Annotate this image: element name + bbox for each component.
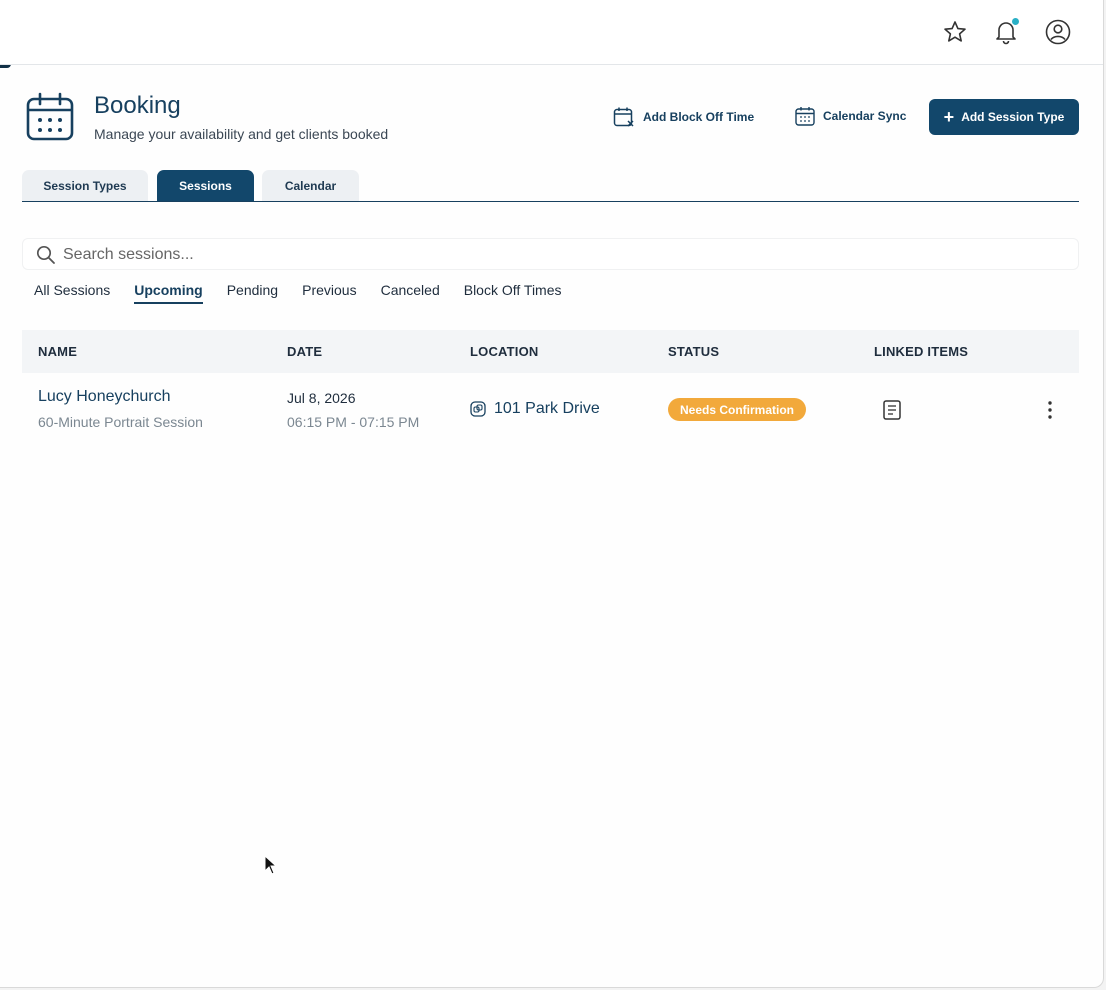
tab-bar: Session Types Sessions Calendar xyxy=(22,170,1079,202)
top-bar xyxy=(0,0,1103,65)
add-session-type-label: Add Session Type xyxy=(961,110,1065,124)
filter-all-sessions[interactable]: All Sessions xyxy=(34,282,110,304)
session-time: 06:15 PM - 07:15 PM xyxy=(287,414,420,430)
location-link[interactable]: 101 Park Drive xyxy=(470,400,600,418)
search-icon xyxy=(36,245,55,264)
document-icon[interactable] xyxy=(882,399,902,421)
filter-canceled[interactable]: Canceled xyxy=(381,282,440,304)
star-icon[interactable] xyxy=(942,19,968,45)
column-header-status[interactable]: STATUS xyxy=(668,344,719,359)
add-block-off-time-label: Add Block Off Time xyxy=(643,110,755,124)
location-text: 101 Park Drive xyxy=(494,400,600,417)
session-filters: All Sessions Upcoming Pending Previous C… xyxy=(34,282,562,304)
plus-icon: + xyxy=(943,107,955,127)
search-bar xyxy=(22,238,1079,270)
table-header: NAME DATE LOCATION STATUS LINKED ITEMS xyxy=(22,330,1079,373)
session-type-name: 60-Minute Portrait Session xyxy=(38,414,203,430)
calendar-sync-icon xyxy=(795,107,815,126)
calendar-sync-label: Calendar Sync xyxy=(823,109,907,123)
tab-session-types[interactable]: Session Types xyxy=(22,170,148,201)
table-row[interactable]: Lucy Honeychurch 60-Minute Portrait Sess… xyxy=(22,373,1079,445)
column-header-name[interactable]: NAME xyxy=(38,344,77,359)
filter-upcoming[interactable]: Upcoming xyxy=(134,282,203,304)
calendar-x-icon xyxy=(613,107,634,127)
app-window: Booking Manage your availability and get… xyxy=(0,0,1104,988)
filter-previous[interactable]: Previous xyxy=(302,282,356,304)
session-date: Jul 8, 2026 xyxy=(287,390,356,406)
column-header-linked-items: LINKED ITEMS xyxy=(874,344,969,359)
mouse-pointer-icon xyxy=(264,855,278,875)
link-icon xyxy=(470,401,486,417)
user-circle-icon[interactable] xyxy=(1045,19,1071,45)
tab-calendar[interactable]: Calendar xyxy=(262,170,359,201)
notification-dot xyxy=(1012,18,1019,25)
calendar-icon xyxy=(26,92,74,141)
tab-sessions[interactable]: Sessions xyxy=(157,170,254,201)
status-badge: Needs Confirmation xyxy=(668,398,807,421)
search-input[interactable] xyxy=(63,243,963,267)
add-session-type-button[interactable]: + Add Session Type xyxy=(929,99,1079,135)
page-title: Booking xyxy=(94,92,181,119)
notifications-button[interactable] xyxy=(993,18,1019,45)
kebab-menu-icon[interactable] xyxy=(1042,399,1058,421)
calendar-sync-button[interactable]: Calendar Sync xyxy=(795,106,906,126)
page-subtitle: Manage your availability and get clients… xyxy=(94,126,389,142)
filter-block-off-times[interactable]: Block Off Times xyxy=(464,282,562,304)
client-name-link[interactable]: Lucy Honeychurch xyxy=(38,388,171,406)
add-block-off-time-button[interactable]: Add Block Off Time xyxy=(613,106,754,128)
column-header-date[interactable]: DATE xyxy=(287,344,322,359)
column-header-location[interactable]: LOCATION xyxy=(470,344,539,359)
filter-pending[interactable]: Pending xyxy=(227,282,278,304)
